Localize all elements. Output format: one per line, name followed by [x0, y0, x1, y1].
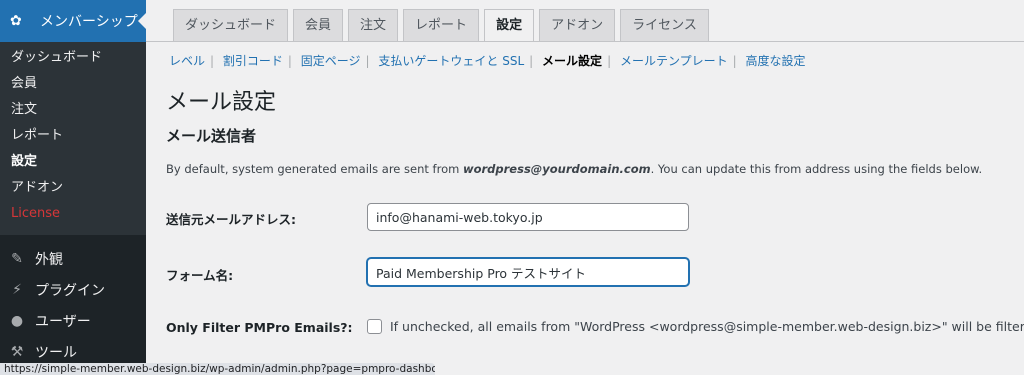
submenu-dashboard[interactable]: ダッシュボード	[0, 45, 146, 71]
subnav-separator: |	[365, 54, 370, 68]
link-status-url: https://simple-member.web-design.biz/wp-…	[0, 363, 435, 375]
current-menu-notch	[138, 13, 146, 29]
sidebar-item-label: 外観	[35, 251, 63, 268]
settings-tabs: ダッシュボード 会員 注文 レポート 設定 アドオン ライセンス	[173, 9, 709, 42]
subnav-separator: |	[529, 54, 534, 68]
description-text: By default, system generated emails are …	[166, 162, 982, 176]
submenu-reports[interactable]: レポート	[0, 123, 146, 149]
tab-members[interactable]: 会員	[293, 9, 344, 42]
description-after: . You can update this from address using…	[650, 162, 983, 176]
tab-license[interactable]: ライセンス	[620, 9, 709, 42]
plugin-icon: ⚡	[12, 281, 22, 298]
tab-orders[interactable]: 注文	[348, 9, 399, 42]
tab-reports[interactable]: レポート	[403, 9, 480, 42]
submenu-license[interactable]: License	[0, 201, 146, 227]
subnav-levels[interactable]: レベル	[169, 54, 205, 68]
only-filter-description: If unchecked, all emails from "WordPress…	[390, 319, 1024, 334]
subnav-separator: |	[607, 54, 612, 68]
subnav-pages[interactable]: 固定ページ	[301, 54, 361, 68]
only-filter-checkbox[interactable]	[367, 319, 382, 334]
brush-icon: ✎	[11, 250, 23, 267]
page-title: メール設定	[166, 90, 277, 115]
from-name-label: フォーム名:	[166, 268, 234, 283]
subnav-email-settings: メール設定	[542, 54, 603, 68]
sidebar-item-plugins[interactable]: ⚡ プラグイン	[0, 274, 146, 305]
tab-dashboard[interactable]: ダッシュボード	[173, 9, 289, 42]
sidebar-item-label: ユーザー	[35, 313, 91, 330]
wrench-icon: ⚒	[10, 343, 24, 360]
sidebar-item-label: ツール	[35, 344, 77, 361]
settings-subnav: レベル | 割引コード | 固定ページ | 支払いゲートウェイと SSL | メール設定…	[169, 52, 805, 69]
submenu-orders[interactable]: 注文	[0, 97, 146, 123]
membership-submenu: ダッシュボード 会員 注文 レポート 設定 アドオン License	[0, 42, 146, 235]
subnav-advanced[interactable]: 高度な設定	[745, 54, 805, 68]
admin-sidebar: ✿ メンバーシップ ダッシュボード 会員 注文 レポート 設定 アドオン Lic…	[0, 0, 146, 375]
sidebar-item-membership[interactable]: ✿ メンバーシップ	[0, 0, 146, 42]
only-filter-label: Only Filter PMPro Emails?:	[166, 320, 353, 335]
default-email: wordpress@yourdomain.com	[462, 162, 651, 176]
section-title: メール送信者	[166, 127, 257, 145]
subnav-separator: |	[732, 54, 737, 68]
paw-icon: ✿	[10, 13, 22, 29]
from-email-field[interactable]	[367, 203, 689, 231]
subnav-email-templates[interactable]: メールテンプレート	[620, 54, 728, 68]
sidebar-item-label: メンバーシップ	[40, 14, 138, 30]
from-email-label: 送信元メールアドレス:	[166, 212, 296, 227]
tab-addons[interactable]: アドオン	[539, 9, 616, 42]
from-name-field[interactable]	[367, 258, 689, 286]
submenu-members[interactable]: 会員	[0, 71, 146, 97]
sidebar-item-label: プラグイン	[35, 282, 105, 299]
submenu-settings[interactable]: 設定	[0, 149, 146, 175]
tab-divider	[146, 41, 1024, 42]
menu-separator	[0, 235, 146, 243]
sidebar-item-appearance[interactable]: ✎ 外観	[0, 243, 146, 274]
tab-settings[interactable]: 設定	[484, 9, 535, 42]
subnav-discount-codes[interactable]: 割引コード	[223, 54, 283, 68]
sidebar-item-users[interactable]: ● ユーザー	[0, 305, 146, 336]
submenu-addons[interactable]: アドオン	[0, 175, 146, 201]
subnav-separator: |	[210, 54, 215, 68]
subnav-payment-gateway[interactable]: 支払いゲートウェイと SSL	[378, 54, 524, 68]
subnav-separator: |	[287, 54, 292, 68]
user-icon: ●	[10, 312, 24, 329]
description-before: By default, system generated emails are …	[166, 162, 463, 176]
